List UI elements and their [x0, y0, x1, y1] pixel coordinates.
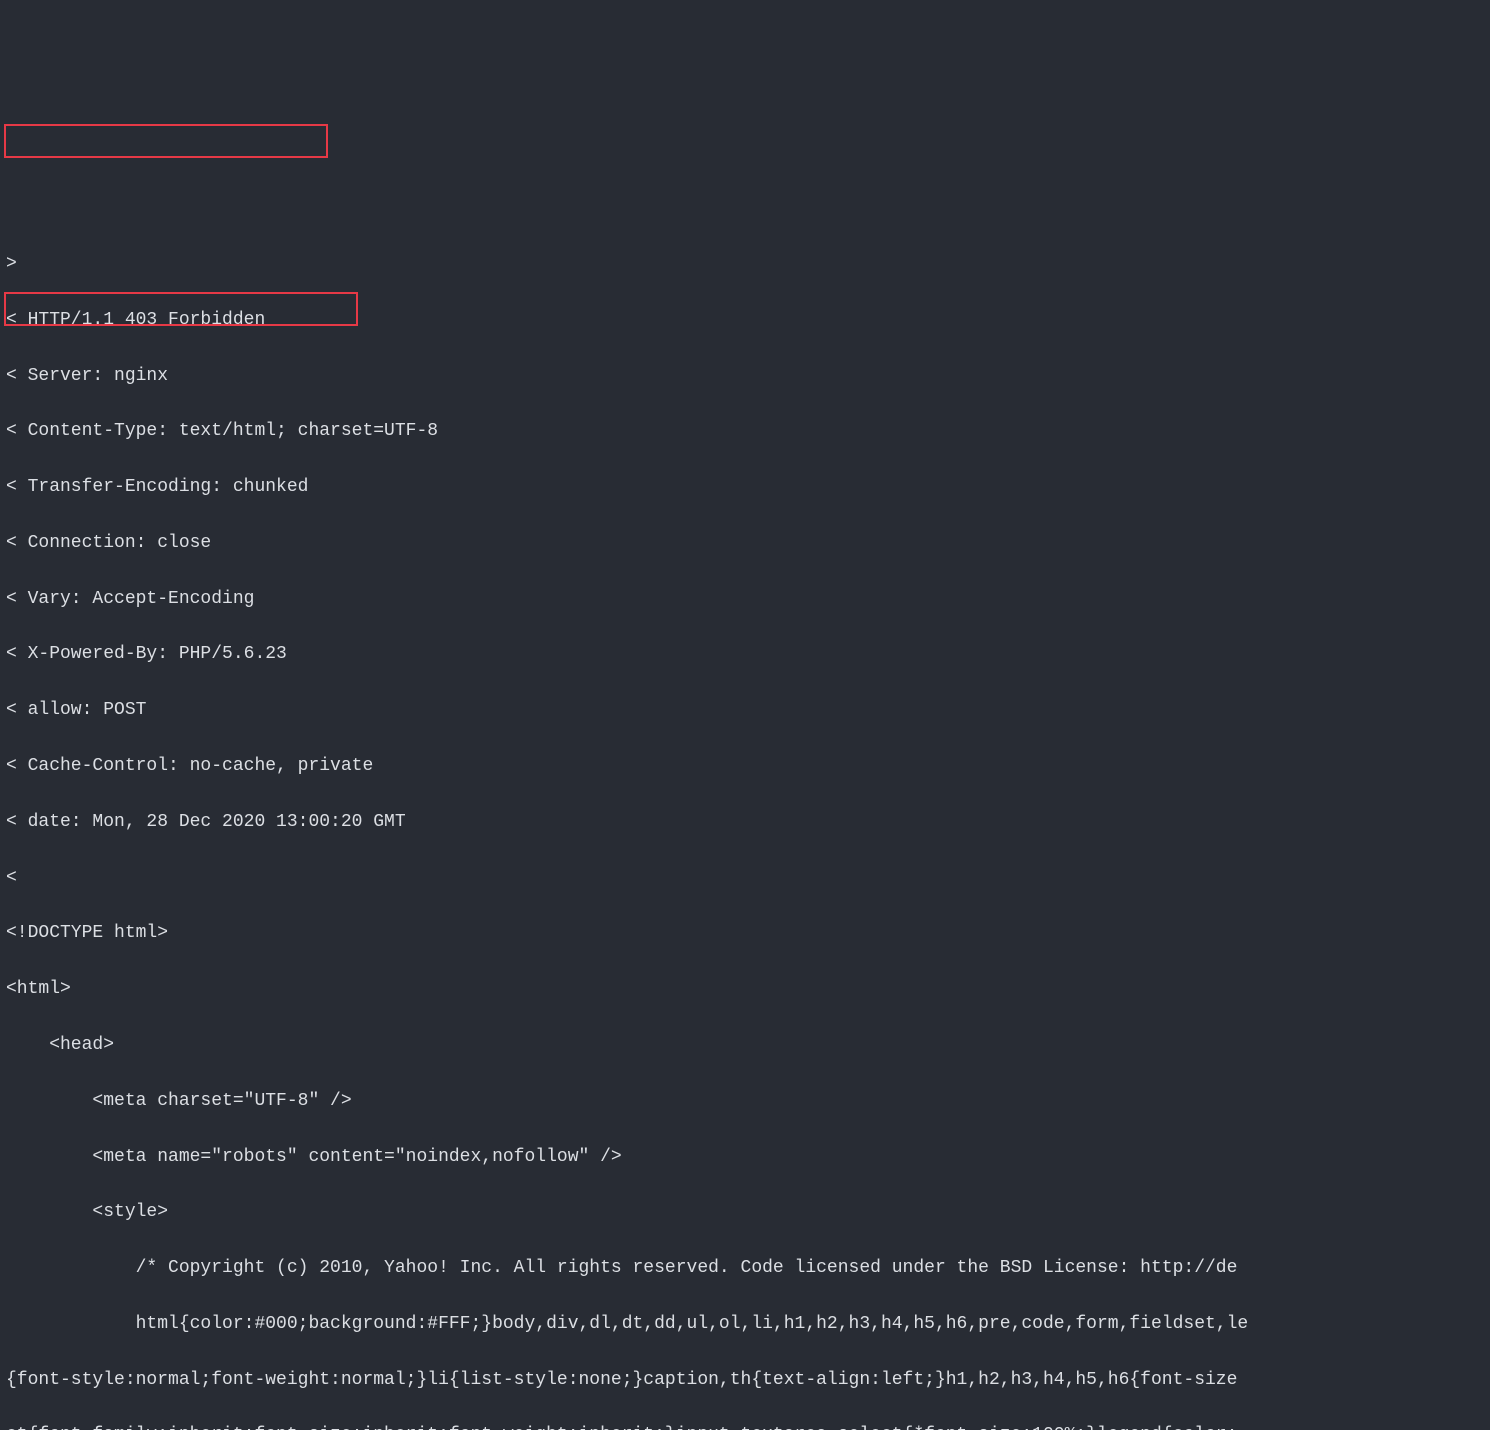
terminal-line-doctype: <!DOCTYPE html>: [6, 920, 1490, 948]
terminal-line-html-open: <html>: [6, 976, 1490, 1004]
terminal-line-content-type: < Content-Type: text/html; charset=UTF-8: [6, 418, 1490, 446]
terminal-line-vary: < Vary: Accept-Encoding: [6, 586, 1490, 614]
terminal-line-date: < date: Mon, 28 Dec 2020 13:00:20 GMT: [6, 809, 1490, 837]
terminal-line-head-open: <head>: [6, 1032, 1490, 1060]
terminal-line-cache-control: < Cache-Control: no-cache, private: [6, 753, 1490, 781]
terminal-line-http-status: < HTTP/1.1 403 Forbidden: [6, 307, 1490, 335]
terminal-line-allow: < allow: POST: [6, 697, 1490, 725]
terminal-line: <: [6, 865, 1490, 893]
terminal-line-meta-charset: <meta charset="UTF-8" />: [6, 1088, 1490, 1116]
terminal-line-transfer-encoding: < Transfer-Encoding: chunked: [6, 474, 1490, 502]
terminal-line-css: {font-style:normal;font-weight:normal;}l…: [6, 1367, 1490, 1395]
terminal-line-css-comment: /* Copyright (c) 2010, Yahoo! Inc. All r…: [6, 1255, 1490, 1283]
terminal-line: >: [6, 251, 1490, 279]
terminal-line-server: < Server: nginx: [6, 363, 1490, 391]
terminal-text-content[interactable]: > < HTTP/1.1 403 Forbidden < Server: ngi…: [0, 223, 1490, 1430]
terminal-line-css: html{color:#000;background:#FFF;}body,di…: [6, 1311, 1490, 1339]
terminal-line-meta-robots: <meta name="robots" content="noindex,nof…: [6, 1144, 1490, 1172]
terminal-line-connection: < Connection: close: [6, 530, 1490, 558]
highlight-annotation-status-line: [4, 124, 328, 158]
terminal-line-css: ct{font-family:inherit;font-size:inherit…: [6, 1422, 1490, 1430]
terminal-line-x-powered-by: < X-Powered-By: PHP/5.6.23: [6, 641, 1490, 669]
terminal-line-style-open: <style>: [6, 1199, 1490, 1227]
terminal-output: > < HTTP/1.1 403 Forbidden < Server: ngi…: [0, 112, 1490, 1430]
